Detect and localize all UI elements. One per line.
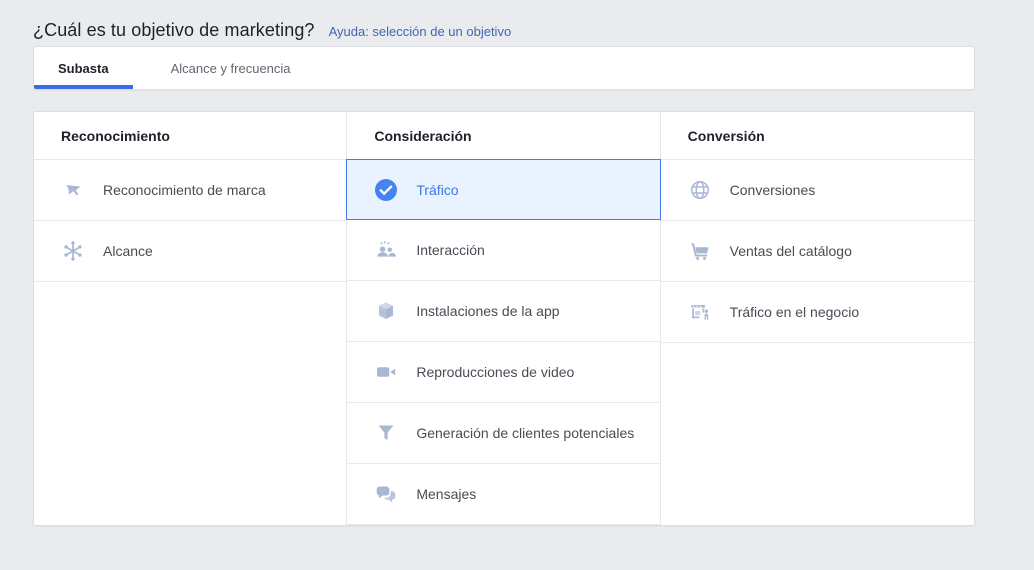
help-link[interactable]: Ayuda: selección de un objetivo xyxy=(329,24,512,39)
objective-row-instalaciones-de-la-app[interactable]: Instalaciones de la app xyxy=(347,281,660,342)
objective-label: Ventas del catálogo xyxy=(729,243,852,259)
tab-alcance-y-frecuencia[interactable]: Alcance y frecuencia xyxy=(133,47,291,89)
objective-label: Generación de clientes potenciales xyxy=(416,425,635,441)
storefront-icon xyxy=(687,299,713,325)
tab-subasta-label: Subasta xyxy=(58,60,109,76)
chat-bubbles-icon xyxy=(373,481,399,507)
reach-burst-icon xyxy=(60,238,86,264)
objective-row-trafico[interactable]: Tráfico xyxy=(346,159,661,220)
column-header-consideracion: Consideración xyxy=(347,112,660,160)
objective-label: Reconocimiento de marca xyxy=(103,182,266,198)
objective-row-generacion-de-clientes-potenciales[interactable]: Generación de clientes potenciales xyxy=(347,403,660,464)
column-conversion: Conversión Conversiones Ventas del catál… xyxy=(660,112,974,525)
video-camera-icon xyxy=(373,359,399,385)
tab-alcance-label: Alcance y frecuencia xyxy=(170,60,291,76)
objective-row-trafico-en-el-negocio[interactable]: Tráfico en el negocio xyxy=(660,282,974,343)
megaphone-icon xyxy=(60,177,86,203)
column-filler xyxy=(34,282,347,525)
tab-subasta[interactable]: Subasta xyxy=(34,47,133,89)
page-header: ¿Cuál es tu objetivo de marketing? Ayuda… xyxy=(33,0,975,46)
objective-label: Interacción xyxy=(416,242,485,258)
objective-row-interaccion[interactable]: Interacción xyxy=(347,220,660,281)
objective-label: Reproducciones de video xyxy=(416,364,575,380)
engagement-people-icon xyxy=(373,237,399,263)
column-consideracion: Consideración Tráfico Interacción Instal… xyxy=(346,112,661,525)
cart-icon xyxy=(687,238,713,264)
page-title: ¿Cuál es tu objetivo de marketing? xyxy=(33,20,315,40)
globe-icon xyxy=(687,177,713,203)
objective-label: Conversiones xyxy=(729,182,816,198)
objective-label: Alcance xyxy=(103,243,153,259)
objective-label: Tráfico xyxy=(416,181,459,198)
buying-type-tabs: Subasta Alcance y frecuencia xyxy=(33,46,975,90)
objective-row-ventas-del-catalogo[interactable]: Ventas del catálogo xyxy=(660,221,974,282)
column-header-conversion: Conversión xyxy=(660,112,974,160)
check-circle-icon xyxy=(373,177,399,203)
objective-row-reproducciones-de-video[interactable]: Reproducciones de video xyxy=(347,342,660,403)
app-cube-icon xyxy=(373,298,399,324)
objective-row-alcance[interactable]: Alcance xyxy=(34,221,347,282)
objectives-table: Reconocimiento Reconocimiento de marca A… xyxy=(33,111,975,526)
objective-label: Mensajes xyxy=(416,486,477,502)
objective-label: Instalaciones de la app xyxy=(416,303,560,319)
column-reconocimiento: Reconocimiento Reconocimiento de marca A… xyxy=(34,112,348,525)
objective-label: Tráfico en el negocio xyxy=(729,304,860,320)
objective-selection-page: ¿Cuál es tu objetivo de marketing? Ayuda… xyxy=(0,0,1008,526)
objective-row-reconocimiento-de-marca[interactable]: Reconocimiento de marca xyxy=(34,160,347,221)
column-filler xyxy=(660,343,974,525)
objective-row-mensajes[interactable]: Mensajes xyxy=(347,464,660,525)
lead-funnel-icon xyxy=(373,420,399,446)
column-header-reconocimiento: Reconocimiento xyxy=(34,112,347,160)
objective-row-conversiones[interactable]: Conversiones xyxy=(660,160,974,221)
active-tab-underline xyxy=(34,85,133,89)
